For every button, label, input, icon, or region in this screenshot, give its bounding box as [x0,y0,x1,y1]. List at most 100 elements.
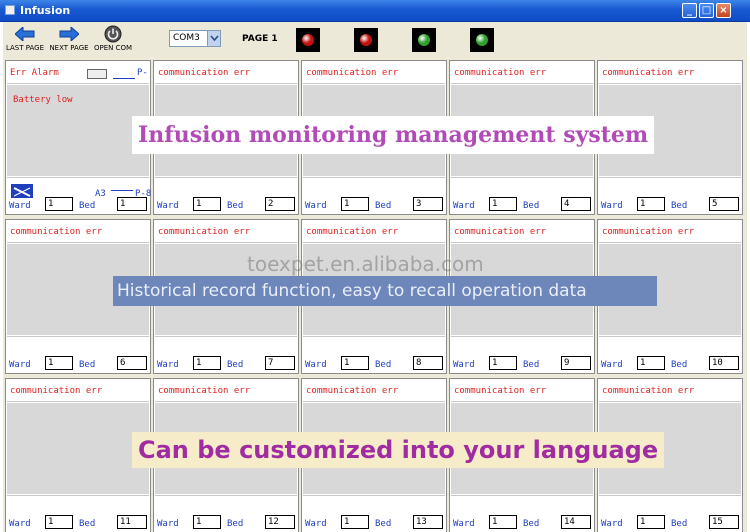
ward-label: Ward [601,360,623,370]
cell-footer: Ward 1 Bed 12 [155,495,297,531]
ward-field[interactable]: 1 [341,197,369,211]
ward-field[interactable]: 1 [45,356,73,370]
ward-field[interactable]: 1 [489,515,517,529]
lamp-light-icon [360,34,372,46]
watermark: toexpet.en.alibaba.com [247,252,484,276]
bed-field[interactable]: 1 [117,197,147,211]
ward-field[interactable]: 1 [45,197,73,211]
ward-label: Ward [453,519,475,529]
cell-footer: Ward 1 Bed 9 [451,336,593,372]
bed-field[interactable]: 3 [413,197,443,211]
bed-field[interactable]: 4 [561,197,591,211]
app-icon [5,5,15,15]
window-title: Infusion [20,4,71,17]
area-label: A3 [95,189,106,199]
cell-footer: Ward 1 Bed 5 [599,177,741,213]
com-port-value: COM3 [173,33,200,43]
ward-label: Ward [601,519,623,529]
ward-field[interactable]: 1 [489,197,517,211]
lamp-light-icon [476,34,488,46]
minimize-button[interactable]: _ [682,3,697,18]
last-page-button[interactable]: LAST PAGE [5,24,45,52]
status-text: communication err [454,386,547,396]
next-page-button[interactable]: NEXT PAGE [48,24,90,52]
bed-label: Bed [671,519,688,529]
title-banner: Infusion monitoring management system [132,116,655,154]
status-lamp-4 [470,28,494,52]
cell-header: communication err [303,380,445,402]
ward-label: Ward [305,519,327,529]
cell-body [7,403,149,494]
bed-label: Bed [375,519,392,529]
pressure-label: P-8 [135,189,152,199]
cell-header: communication err [451,62,593,84]
bed-field[interactable]: 15 [709,515,739,529]
open-com-button[interactable]: OPEN COM [93,24,133,52]
bed-field[interactable]: 7 [265,356,295,370]
arrow-right-icon [59,27,79,41]
status-text: communication err [306,68,399,78]
status-text: communication err [454,68,547,78]
history-banner: Historical record function, easy to reca… [113,276,657,306]
bed-field[interactable]: 6 [117,356,147,370]
status-text: communication err [10,227,103,237]
status-text: communication err [602,386,695,396]
bed-field[interactable]: 14 [561,515,591,529]
bed-field[interactable]: 10 [709,356,739,370]
bed-field[interactable]: 12 [265,515,295,529]
bed-cell[interactable]: Err Alarm P- Battery low Ward 1 Bed 1 A3… [5,60,151,215]
ward-field[interactable]: 1 [637,515,665,529]
bed-label: Bed [375,201,392,211]
title-bar: Infusion _ □ × [0,0,750,22]
ward-label: Ward [9,519,31,529]
ward-label: Ward [601,201,623,211]
ward-label: Ward [157,360,179,370]
cell-header: communication err [599,62,741,84]
ward-field[interactable]: 1 [489,356,517,370]
infusion-icon [11,184,33,198]
ward-label: Ward [9,360,31,370]
divider [113,78,135,79]
ward-field[interactable]: 1 [193,197,221,211]
cell-header: communication err [7,380,149,402]
pressure-label: P- [137,68,148,78]
bed-field[interactable]: 13 [413,515,443,529]
status-text: communication err [158,386,251,396]
com-port-select[interactable]: COM3 [169,30,221,47]
battery-icon [87,69,107,79]
bed-label: Bed [79,201,96,211]
ward-field[interactable]: 1 [193,515,221,529]
ward-field[interactable]: 1 [193,356,221,370]
next-page-label: NEXT PAGE [49,44,89,52]
ward-field[interactable]: 1 [637,197,665,211]
bed-label: Bed [523,519,540,529]
cell-header: communication err [451,380,593,402]
bed-label: Bed [79,360,96,370]
bed-label: Bed [671,360,688,370]
maximize-button[interactable]: □ [699,3,714,18]
ward-field[interactable]: 1 [45,515,73,529]
battery-low-text: Battery low [13,95,73,105]
bed-field[interactable]: 8 [413,356,443,370]
ward-field[interactable]: 1 [341,356,369,370]
cell-footer: Ward 1 Bed 4 [451,177,593,213]
bed-field[interactable]: 2 [265,197,295,211]
cell-header: communication err [155,380,297,402]
ward-field[interactable]: 1 [341,515,369,529]
cell-header: communication err [599,380,741,402]
bed-label: Bed [523,360,540,370]
cell-header: communication err [155,62,297,84]
ward-field[interactable]: 1 [637,356,665,370]
bed-field[interactable]: 9 [561,356,591,370]
cell-header: Err Alarm P- [7,62,149,84]
bed-cell[interactable]: communication err Ward 1 Bed 11 [5,378,151,532]
bed-field[interactable]: 5 [709,197,739,211]
bed-field[interactable]: 11 [117,515,147,529]
cell-footer: Ward 1 Bed 13 [303,495,445,531]
close-button[interactable]: × [716,3,731,18]
err-alarm-label: Err Alarm [10,68,59,78]
cell-footer: Ward 1 Bed 3 [303,177,445,213]
cell-footer: Ward 1 Bed 14 [451,495,593,531]
status-text: communication err [158,227,251,237]
chevron-down-icon[interactable] [207,31,220,46]
